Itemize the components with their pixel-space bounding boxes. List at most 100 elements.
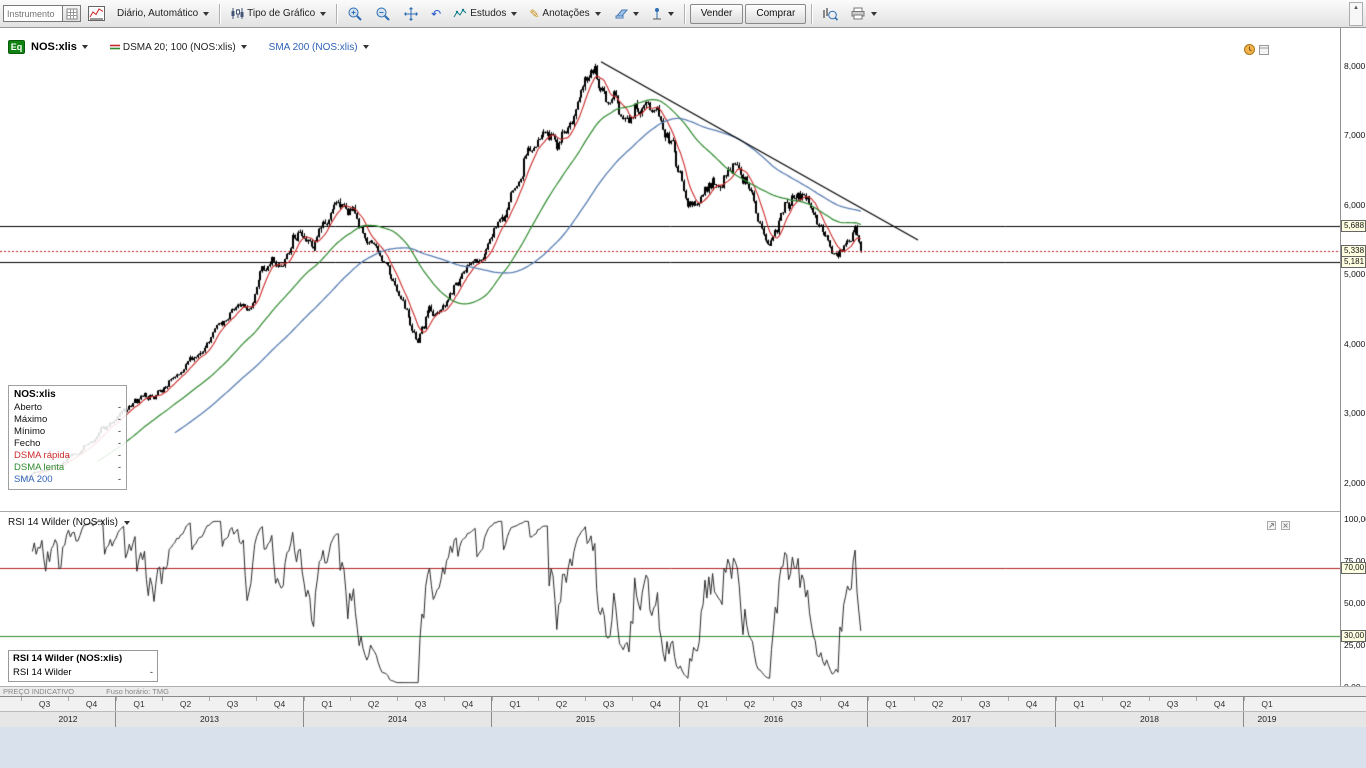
chevron-down-icon: [363, 45, 369, 49]
year-label: 2013: [115, 712, 303, 728]
price-axis-label: 6,000: [1344, 200, 1365, 210]
legend-row: SMA 200-: [14, 474, 121, 486]
year-label: 2017: [867, 712, 1055, 728]
zoom-out-icon: [375, 6, 391, 22]
rsi-axis-label: 100,00: [1344, 514, 1366, 524]
legend-row: Fecho-: [14, 438, 121, 450]
anotacoes-dropdown[interactable]: ✎ Anotações: [524, 3, 605, 25]
legend-row: Máximo-: [14, 414, 121, 426]
legend-row-value: -: [118, 426, 121, 438]
legend-row-label: DSMA lenta: [14, 462, 64, 474]
estudos-dropdown[interactable]: Estudos: [448, 3, 522, 25]
rsi-close-icon[interactable]: [1280, 520, 1291, 531]
period-dropdown[interactable]: Diário, Automático: [112, 3, 214, 25]
pan-button[interactable]: [398, 3, 424, 25]
toolbar: Diário, Automático Tipo de Gráfico: [0, 0, 1366, 28]
quarter-label: Q4: [444, 697, 491, 712]
chevron-down-icon: [595, 12, 601, 16]
chevron-down-icon: [511, 12, 517, 16]
eraser-dropdown[interactable]: [608, 3, 644, 25]
chevron-down-icon: [241, 45, 247, 49]
year-label: 2015: [491, 712, 679, 728]
zoom-in-icon: [347, 6, 363, 22]
quarter-label: Q3: [397, 697, 444, 712]
dsma-label: DSMA 20; 100 (NOS:xlis): [123, 42, 236, 53]
rsi-chart-canvas[interactable]: [0, 511, 1341, 686]
anchor-tool-dropdown[interactable]: [646, 3, 679, 25]
quarter-label: Q4: [1196, 697, 1243, 712]
quarter-label: Q3: [1149, 697, 1196, 712]
sma200-dropdown[interactable]: SMA 200 (NOS:xlis): [269, 42, 369, 53]
chart-panel-controls: [1244, 44, 1269, 55]
instrument-chart-button[interactable]: [83, 3, 110, 25]
chart-type-dropdown[interactable]: Tipo de Gráfico: [225, 3, 331, 25]
legend-row-value: -: [118, 414, 121, 426]
panel-menu-icon[interactable]: [1258, 44, 1269, 55]
bottom-filler: [0, 727, 1366, 768]
zoom-out-button[interactable]: [370, 3, 396, 25]
toolbar-separator: [811, 4, 812, 24]
legend-row-value: -: [118, 402, 121, 414]
quarter-label: Q4: [256, 697, 303, 712]
instrument-search: [3, 5, 81, 22]
equity-badge: Eq: [8, 40, 25, 54]
studies-icon: [453, 8, 467, 20]
rsi-line-label-box: 70,00: [1341, 562, 1366, 574]
vender-button[interactable]: Vender: [690, 4, 744, 24]
anchor-tool-icon: [651, 7, 663, 21]
quarter-label: Q2: [1102, 697, 1149, 712]
legend-row-value: -: [118, 438, 121, 450]
quarter-label: Q1: [1055, 697, 1102, 712]
chevron-down-icon: [124, 521, 130, 525]
year-label: 2014: [303, 712, 491, 728]
price-axis[interactable]: 8,0007,0006,0005,0004,0003,0002,0005,688…: [1340, 28, 1366, 686]
undo-button[interactable]: ↶: [426, 3, 446, 25]
zoom-in-button[interactable]: [342, 3, 368, 25]
rsi-header-dropdown[interactable]: RSI 14 Wilder (NOS:xlis): [8, 517, 130, 528]
chevron-down-icon: [633, 12, 639, 16]
price-axis-label: 7,000: [1344, 130, 1365, 140]
comprar-button[interactable]: Comprar: [745, 4, 806, 24]
chevron-down-icon: [668, 12, 674, 16]
dsma-dropdown[interactable]: DSMA 20; 100 (NOS:xlis): [110, 42, 247, 53]
price-legend-box: NOS:xlis Aberto-Máximo-Mínimo-Fecho-DSMA…: [8, 385, 127, 490]
chart-type-icon: [230, 7, 244, 20]
price-chart-canvas[interactable]: [0, 28, 1341, 511]
pencil-icon: ✎: [529, 8, 539, 20]
instrument-lookup-button[interactable]: [63, 5, 81, 22]
chart-type-label: Tipo de Gráfico: [247, 8, 315, 19]
session-clock-icon[interactable]: [1244, 44, 1255, 55]
year-label: 2018: [1055, 712, 1243, 728]
print-icon: [850, 7, 866, 20]
grid-lookup-icon: [66, 8, 78, 20]
toolbar-scrollbar[interactable]: ▲: [1349, 2, 1363, 26]
legend-row: Mínimo-: [14, 426, 121, 438]
symbol-dropdown[interactable]: NOS:xlis: [31, 41, 88, 53]
quarter-label: Q4: [820, 697, 867, 712]
scroll-up-icon: ▲: [1353, 5, 1359, 25]
eraser-icon: [613, 8, 628, 19]
rsi-legend-title: RSI 14 Wilder (NOS:xlis): [9, 651, 157, 664]
rsi-legend-row-value: -: [150, 667, 153, 679]
quarter-label: Q1: [115, 697, 162, 712]
pan-icon: [403, 6, 419, 22]
panel-divider[interactable]: [0, 511, 1366, 512]
chart-search-button[interactable]: [817, 3, 843, 25]
quarter-label: Q1: [1243, 697, 1290, 712]
time-axis-quarters[interactable]: Q3Q4Q1Q2Q3Q4Q1Q2Q3Q4Q1Q2Q3Q4Q1Q2Q3Q4Q1Q2…: [0, 696, 1366, 711]
quarter-label: Q4: [632, 697, 679, 712]
toolbar-separator: [684, 4, 685, 24]
period-label: Diário, Automático: [117, 8, 198, 19]
rsi-expand-icon[interactable]: [1266, 520, 1277, 531]
year-label: 2019: [1243, 712, 1290, 728]
quarter-label: Q4: [68, 697, 115, 712]
print-dropdown[interactable]: [845, 3, 882, 25]
undo-icon: ↶: [431, 8, 441, 20]
chart-header: Eq NOS:xlis DSMA 20; 100 (NOS:xlis) SMA …: [8, 40, 369, 54]
instrument-input[interactable]: [3, 5, 63, 22]
status-price-indicative: PREÇO INDICATIVO: [3, 687, 74, 696]
time-axis-years[interactable]: 20122013201420152016201720182019: [0, 711, 1366, 727]
trading-app: Diário, Automático Tipo de Gráfico: [0, 0, 1366, 768]
quarter-label: Q1: [867, 697, 914, 712]
legend-row-value: -: [118, 462, 121, 474]
